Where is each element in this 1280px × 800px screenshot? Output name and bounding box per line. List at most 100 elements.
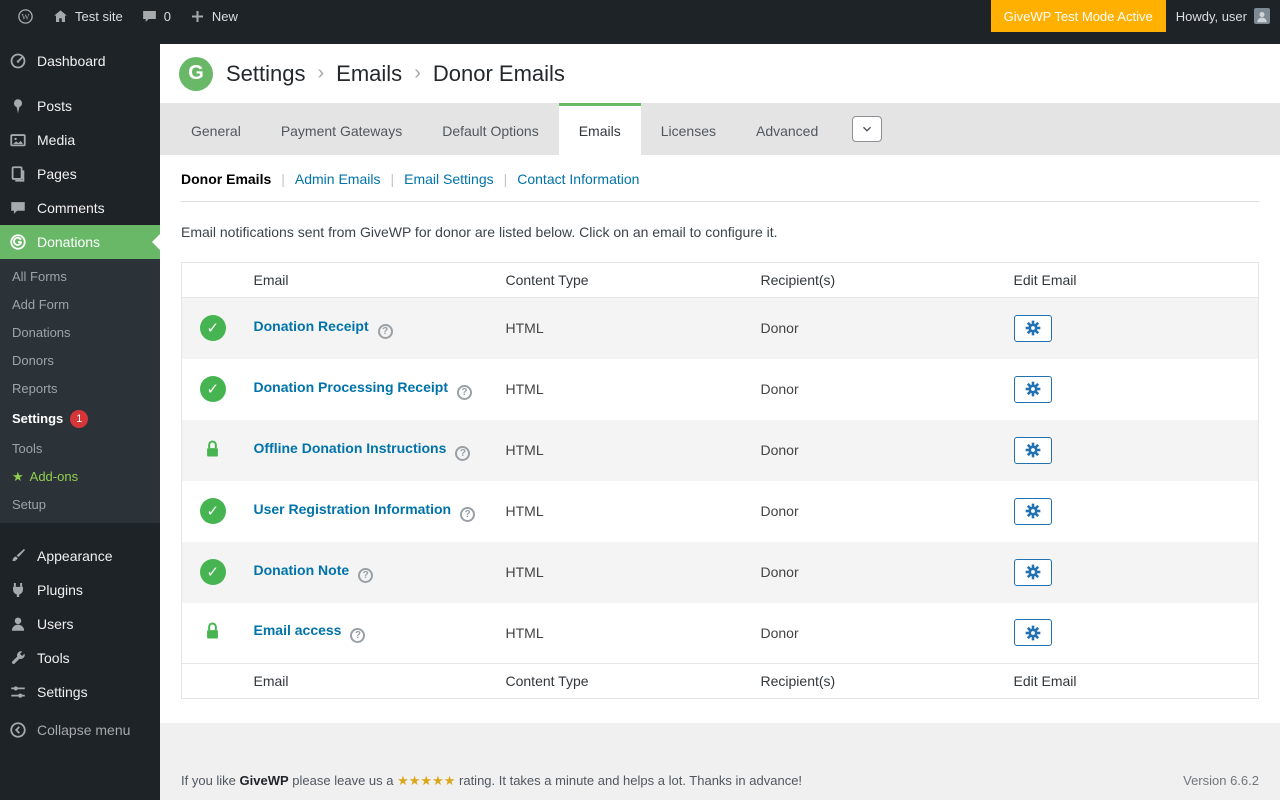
comments-indicator[interactable]: 0 [132, 0, 180, 32]
recipients-cell: Donor [760, 320, 799, 337]
sidebar-item-tools[interactable]: Tools [0, 641, 160, 675]
help-icon[interactable]: ? [455, 445, 471, 461]
subnav-admin-emails[interactable]: Admin Emails [295, 171, 381, 187]
table-row: ✓ Donation Processing Receipt? HTML Dono… [182, 359, 1259, 420]
gear-icon [1025, 625, 1041, 641]
admin-bar-left: Test site 0 New [0, 0, 247, 32]
breadcrumb-settings-link[interactable]: Settings [226, 61, 306, 87]
tab-licenses[interactable]: Licenses [641, 103, 736, 155]
gear-icon [1025, 320, 1041, 336]
sidebar-item-appearance[interactable]: Appearance [0, 539, 160, 573]
table-row: ✓ User Registration Information? HTML Do… [182, 481, 1259, 542]
test-mode-badge: GiveWP Test Mode Active [990, 0, 1166, 32]
subnav-contact-information[interactable]: Contact Information [517, 171, 639, 187]
wordpress-logo-icon[interactable] [8, 0, 43, 32]
sidebar-item-pages[interactable]: Pages [0, 157, 160, 191]
sidebar-item-label: Comments [37, 200, 105, 216]
email-enabled-icon[interactable]: ✓ [199, 559, 226, 585]
admin-bar: Test site 0 New GiveWP Test Mode Active … [0, 0, 1280, 32]
breadcrumb-separator: › [317, 62, 325, 84]
breadcrumb: Settings › Emails › Donor Emails [226, 61, 565, 87]
subnav-donor-emails[interactable]: Donor Emails [181, 171, 271, 187]
account-menu[interactable]: Howdy, user [1166, 0, 1280, 32]
content-type-cell: HTML [505, 624, 544, 641]
tab-general[interactable]: General [171, 103, 261, 155]
email-name-link[interactable]: Donation Note [254, 562, 350, 578]
edit-email-button[interactable] [1013, 497, 1052, 525]
sidebar-item-posts[interactable]: Posts [0, 89, 160, 123]
more-tabs-dropdown[interactable] [852, 116, 883, 142]
tab-payment-gateways[interactable]: Payment Gateways [261, 103, 422, 155]
sidebar-item-label: Settings [37, 684, 88, 700]
sidebar-subitem-donations[interactable]: Donations [0, 319, 160, 347]
emails-settings-panel: Donor Emails | Admin Emails | Email Sett… [160, 155, 1280, 723]
help-icon[interactable]: ? [377, 323, 393, 339]
email-name-link[interactable]: Donation Receipt [254, 318, 369, 334]
content-type-cell: HTML [505, 564, 544, 580]
dashboard-icon [8, 52, 28, 70]
sidebar-subitem-settings[interactable]: Settings 1 [0, 403, 160, 435]
email-enabled-icon[interactable]: ✓ [199, 376, 226, 402]
edit-email-button[interactable] [1013, 375, 1052, 403]
header-top-strip [160, 32, 1280, 44]
sidebar-subitem-donors[interactable]: Donors [0, 347, 160, 375]
sidebar-subitem-reports[interactable]: Reports [0, 375, 160, 403]
givewp-logo: G [179, 56, 213, 91]
sidebar-subitem-addons[interactable]: ★ Add-ons [0, 463, 160, 491]
donor-emails-table: Email Content Type Recipient(s) Edit Ema… [181, 262, 1259, 699]
settings-count-badge: 1 [70, 410, 89, 428]
sidebar-item-comments[interactable]: Comments [0, 191, 160, 225]
sidebar-subitem-add-form[interactable]: Add Form [0, 291, 160, 319]
rating-request: If you like GiveWP please leave us a ★★★… [181, 773, 803, 788]
sidebar-item-donations[interactable]: Donations [0, 225, 160, 259]
email-enabled-icon[interactable]: ✓ [199, 498, 226, 524]
collapse-menu-label: Collapse menu [37, 722, 131, 738]
sidebar-subitem-setup[interactable]: Setup [0, 491, 160, 519]
givewp-icon [8, 233, 28, 251]
subnav-email-settings[interactable]: Email Settings [404, 171, 493, 187]
tab-advanced[interactable]: Advanced [736, 103, 838, 155]
five-stars-rating-link[interactable]: ★★★★★ [397, 773, 455, 788]
email-name-link[interactable]: Email access [254, 622, 342, 638]
email-name-link[interactable]: Offline Donation Instructions [254, 440, 447, 456]
greeting-label: Howdy, user [1175, 8, 1247, 24]
plus-icon [189, 8, 206, 25]
sidebar-item-plugins[interactable]: Plugins [0, 573, 160, 607]
table-row: ✓ Donation Receipt? HTML Donor [181, 297, 1259, 359]
sidebar-item-dashboard[interactable]: Dashboard [0, 44, 160, 78]
tab-default-options[interactable]: Default Options [422, 103, 559, 155]
help-icon[interactable]: ? [460, 506, 476, 522]
help-icon[interactable]: ? [358, 567, 374, 583]
email-enabled-icon[interactable]: ✓ [199, 315, 226, 342]
new-content-button[interactable]: New [180, 0, 247, 32]
home-icon [52, 8, 69, 25]
chevron-down-icon [860, 122, 874, 136]
edit-email-button[interactable] [1013, 436, 1052, 464]
recipients-cell: Donor [760, 624, 799, 641]
collapse-menu-button[interactable]: Collapse menu [0, 713, 160, 747]
tab-emails[interactable]: Emails [558, 103, 641, 155]
edit-email-button[interactable] [1013, 619, 1052, 647]
table-row: Offline Donation Instructions? HTML Dono… [181, 419, 1259, 481]
sidebar-item-settings[interactable]: Settings [0, 675, 160, 709]
sidebar-item-media[interactable]: Media [0, 123, 160, 157]
help-icon[interactable]: ? [350, 628, 366, 644]
pages-icon [8, 165, 28, 183]
subnav-separator: | [503, 171, 508, 187]
sidebar-item-users[interactable]: Users [0, 607, 160, 641]
sidebar-item-label: Appearance [37, 548, 113, 564]
edit-email-button[interactable] [1013, 314, 1052, 342]
help-icon[interactable]: ? [456, 384, 472, 400]
version-label: Version 6.6.2 [1183, 773, 1259, 788]
site-name-link[interactable]: Test site [43, 0, 132, 32]
email-column-footer: Email [243, 663, 496, 699]
sidebar-subitem-tools[interactable]: Tools [0, 435, 160, 463]
table-header-row: Email Content Type Recipient(s) Edit Ema… [181, 262, 1259, 298]
brush-icon [8, 547, 28, 565]
breadcrumb-emails-link[interactable]: Emails [336, 61, 402, 87]
table-row: ✓ Donation Note? HTML Donor [181, 541, 1259, 603]
email-name-link[interactable]: Donation Processing Receipt [254, 379, 448, 395]
sidebar-subitem-all-forms[interactable]: All Forms [0, 263, 160, 291]
edit-email-button[interactable] [1013, 558, 1052, 586]
email-name-link[interactable]: User Registration Information [254, 501, 452, 517]
